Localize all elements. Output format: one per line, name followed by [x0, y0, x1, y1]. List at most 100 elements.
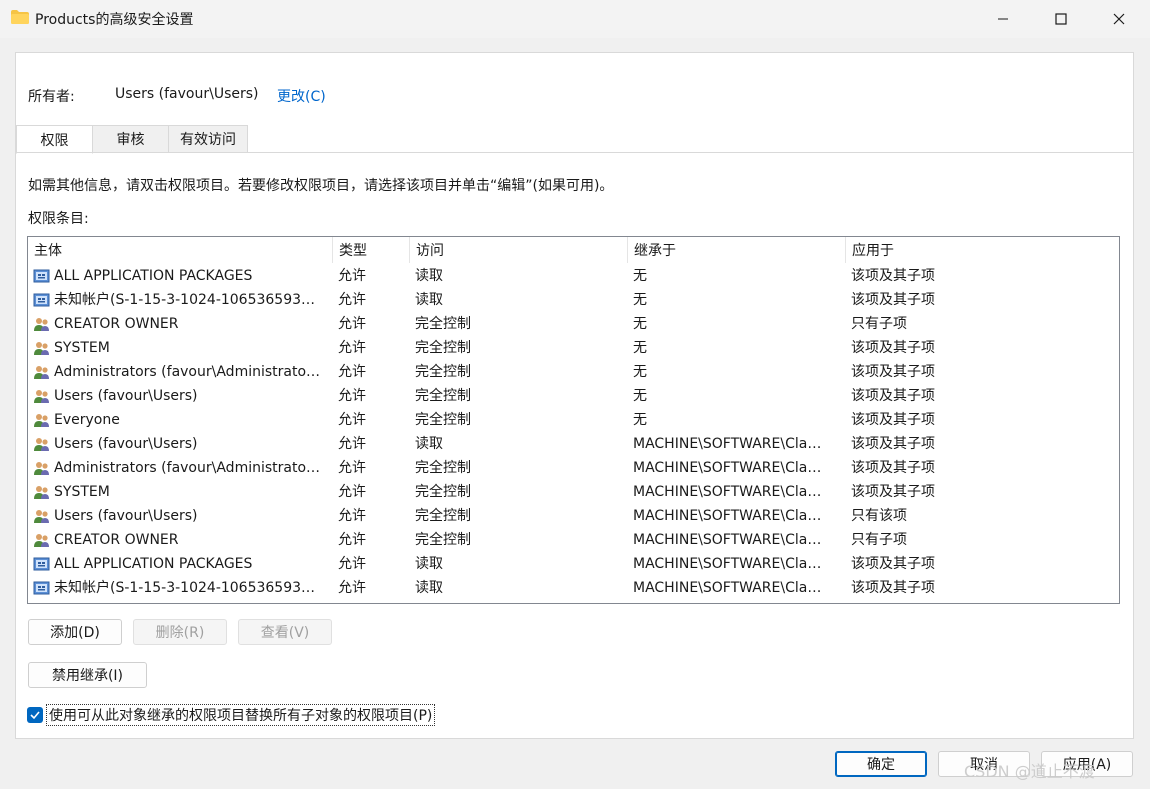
cell-type: 允许: [338, 340, 366, 356]
cell-principal: Users (favour\Users): [54, 388, 198, 404]
users-icon: [34, 342, 49, 355]
cell-type: 允许: [338, 484, 366, 500]
cell-type: 允许: [338, 508, 366, 524]
package-icon: [33, 581, 50, 595]
cell-access: 读取: [415, 556, 443, 572]
window-title: Products的高级安全设置: [35, 12, 194, 28]
cell-type: 允许: [338, 388, 366, 404]
users-icon: [34, 366, 49, 379]
cell-applies: 该项及其子项: [851, 556, 935, 572]
ok-button[interactable]: 确定: [835, 751, 927, 777]
cell-applies: 只有子项: [851, 316, 907, 332]
cell-principal: ALL APPLICATION PACKAGES: [54, 268, 253, 284]
cell-inherited: MACHINE\SOFTWARE\Cla…: [633, 508, 822, 524]
table-row[interactable]: 未知帐户(S-1-15-3-1024-106536593… 允许 读取 无 该项及其子项: [28, 288, 1119, 312]
change-owner-link[interactable]: 更改(C): [277, 86, 326, 106]
table-row[interactable]: 未知帐户(S-1-15-3-1024-106536593… 允许 读取 MACHINE…: [28, 576, 1119, 600]
table-row[interactable]: SYSTEM 允许 完全控制 MACHINE\SOFTWARE\Cla… 该项及其子项: [28, 480, 1119, 504]
cell-type: 允许: [338, 532, 366, 548]
cell-principal: Everyone: [54, 412, 120, 428]
cell-applies: 该项及其子项: [851, 364, 935, 380]
cell-access: 完全控制: [415, 532, 471, 548]
users-icon: [34, 462, 49, 475]
replace-permissions-checkbox[interactable]: [27, 707, 43, 723]
minimize-button[interactable]: [974, 0, 1032, 38]
cell-inherited: MACHINE\SOFTWARE\Cla…: [633, 484, 822, 500]
cell-principal: Administrators (favour\Administrato…: [54, 364, 321, 380]
folder-icon: [11, 10, 29, 24]
cell-inherited: 无: [633, 340, 647, 356]
maximize-icon: [1055, 13, 1067, 25]
column-header-type[interactable]: 类型: [333, 237, 410, 263]
tab-auditing[interactable]: 审核: [92, 125, 169, 153]
users-icon: [34, 414, 49, 427]
column-header-access[interactable]: 访问: [410, 237, 628, 263]
cell-applies: 该项及其子项: [851, 484, 935, 500]
table-row[interactable]: Everyone 允许 完全控制 无 该项及其子项: [28, 408, 1119, 432]
cell-principal: CREATOR OWNER: [54, 532, 179, 548]
table-row[interactable]: Administrators (favour\Administrato… 允许 完全…: [28, 360, 1119, 384]
column-header-principal[interactable]: 主体: [28, 237, 333, 263]
cell-applies: 该项及其子项: [851, 388, 935, 404]
cell-access: 读取: [415, 436, 443, 452]
tab-divider: [16, 152, 1134, 153]
package-icon: [33, 293, 50, 307]
cell-access: 完全控制: [415, 460, 471, 476]
cell-type: 允许: [338, 412, 366, 428]
users-icon: [34, 438, 49, 451]
users-icon: [34, 390, 49, 403]
cell-access: 完全控制: [415, 484, 471, 500]
table-row[interactable]: CREATOR OWNER 允许 完全控制 无 只有子项: [28, 312, 1119, 336]
cell-inherited: MACHINE\SOFTWARE\Cla…: [633, 436, 822, 452]
column-header-inherited-from[interactable]: 继承于: [628, 237, 846, 263]
maximize-button[interactable]: [1032, 0, 1090, 38]
table-row[interactable]: ALL APPLICATION PACKAGES 允许 读取 MACHINE\SOFT…: [28, 552, 1119, 576]
remove-button[interactable]: 删除(R): [133, 619, 227, 645]
entries-label: 权限条目:: [28, 211, 89, 227]
info-text: 如需其他信息，请双击权限项目。若要修改权限项目，请选择该项目并单击“编辑”(如果…: [28, 178, 614, 194]
tab-effective-access[interactable]: 有效访问: [168, 125, 248, 153]
add-button[interactable]: 添加(D): [28, 619, 122, 645]
watermark: CSDN @道止不渡: [964, 762, 1095, 781]
view-button[interactable]: 查看(V): [238, 619, 332, 645]
permission-entries-list[interactable]: 主体 类型 访问 继承于 应用于 ALL APPLICATION PACKAGE…: [27, 236, 1120, 604]
cell-inherited: 无: [633, 268, 647, 284]
table-row[interactable]: Users (favour\Users) 允许 完全控制 无 该项及其子项: [28, 384, 1119, 408]
replace-permissions-label[interactable]: 使用可从此对象继承的权限项目替换所有子对象的权限项目(P): [46, 704, 436, 726]
cell-type: 允许: [338, 268, 366, 284]
cell-applies: 该项及其子项: [851, 412, 935, 428]
table-row[interactable]: Administrators (favour\Administrato… 允许 完全…: [28, 456, 1119, 480]
cell-principal: ALL APPLICATION PACKAGES: [54, 556, 253, 572]
cell-access: 完全控制: [415, 340, 471, 356]
column-header-applies-to[interactable]: 应用于: [846, 237, 1119, 263]
cell-inherited: 无: [633, 412, 647, 428]
cell-principal: Users (favour\Users): [54, 508, 198, 524]
table-row[interactable]: Users (favour\Users) 允许 读取 MACHINE\SOFTWARE…: [28, 432, 1119, 456]
cell-applies: 该项及其子项: [851, 580, 935, 596]
cell-principal: 未知帐户(S-1-15-3-1024-106536593…: [54, 292, 316, 308]
minimize-icon: [998, 18, 1008, 20]
cell-access: 完全控制: [415, 364, 471, 380]
cell-inherited: 无: [633, 388, 647, 404]
owner-label: 所有者:: [28, 89, 75, 105]
disable-inheritance-button[interactable]: 禁用继承(I): [28, 662, 147, 688]
close-icon: [1113, 13, 1125, 25]
close-button[interactable]: [1090, 0, 1148, 38]
cell-inherited: MACHINE\SOFTWARE\Cla…: [633, 532, 822, 548]
cell-access: 完全控制: [415, 508, 471, 524]
cell-access: 读取: [415, 268, 443, 284]
cell-applies: 该项及其子项: [851, 268, 935, 284]
users-icon: [34, 510, 49, 523]
cell-type: 允许: [338, 460, 366, 476]
cell-type: 允许: [338, 556, 366, 572]
table-row[interactable]: SYSTEM 允许 完全控制 无 该项及其子项: [28, 336, 1119, 360]
table-row[interactable]: ALL APPLICATION PACKAGES 允许 读取 无 该项及其子项: [28, 264, 1119, 288]
owner-value: Users (favour\Users): [115, 86, 259, 102]
cell-type: 允许: [338, 292, 366, 308]
table-row[interactable]: CREATOR OWNER 允许 完全控制 MACHINE\SOFTWARE\Cla……: [28, 528, 1119, 552]
cell-inherited: MACHINE\SOFTWARE\Cla…: [633, 556, 822, 572]
tab-permissions[interactable]: 权限: [16, 125, 93, 154]
title-bar: Products的高级安全设置: [0, 0, 1150, 38]
package-icon: [33, 557, 50, 571]
table-row[interactable]: Users (favour\Users) 允许 完全控制 MACHINE\SOFTWA…: [28, 504, 1119, 528]
